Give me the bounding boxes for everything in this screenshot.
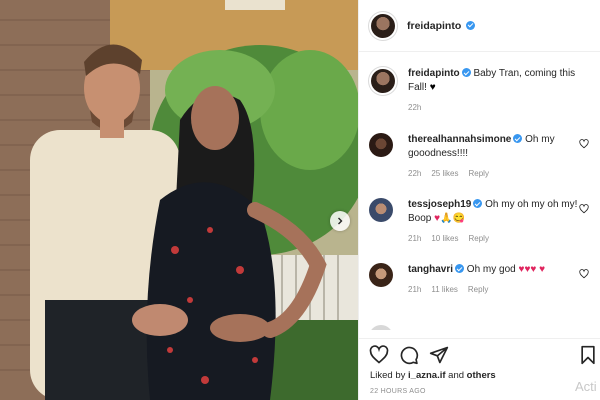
heart-icon[interactable] <box>579 269 589 279</box>
comment-reply-link[interactable]: Reply <box>468 232 488 246</box>
share-icon[interactable] <box>429 345 449 365</box>
post-age: 22 HOURS AGO <box>370 388 426 395</box>
avatar[interactable] <box>369 133 393 157</box>
comment-item-partial <box>369 325 591 330</box>
comment-timestamp: 21h <box>408 285 422 294</box>
post-author-username[interactable]: freidapinto <box>407 20 476 32</box>
black-heart-icon: ♥ <box>429 82 436 93</box>
avatar[interactable] <box>369 67 397 95</box>
avatar[interactable] <box>369 325 393 330</box>
heart-icon[interactable] <box>369 345 389 365</box>
liked-by-mid: and <box>448 370 465 381</box>
comments-list: freidapinto Baby Tran, coming this Fall!… <box>359 53 600 330</box>
avatar[interactable] <box>369 198 393 222</box>
post-header: freidapinto <box>359 0 600 52</box>
comment-meta: 22h 25 likes Reply <box>408 167 578 181</box>
username-text[interactable]: freidapinto <box>407 20 461 32</box>
post-photo <box>0 0 358 400</box>
caption-body: freidapinto Baby Tran, coming this Fall!… <box>408 67 578 115</box>
caption-timestamp: 22h <box>408 103 422 112</box>
comment-likes-link[interactable]: 11 likes <box>431 283 458 297</box>
avatar[interactable] <box>369 11 397 40</box>
chevron-right-icon <box>338 217 343 225</box>
windows-activation-watermark: Acti <box>575 379 597 394</box>
comment-meta: 21h 11 likes Reply <box>408 283 578 297</box>
verified-badge-icon <box>455 264 465 273</box>
emoji-heart-pray-yum-icon: ♥🙏😋 <box>434 213 465 224</box>
verified-badge-icon <box>473 199 483 208</box>
comment-icon[interactable] <box>399 345 419 365</box>
comment-timestamp: 22h <box>408 169 422 178</box>
comment-likes-link[interactable]: 10 likes <box>431 232 458 246</box>
caption-meta: 22h <box>408 101 578 115</box>
next-photo-button[interactable] <box>330 211 350 231</box>
verified-badge-icon <box>461 68 471 77</box>
heart-icon[interactable] <box>579 204 589 214</box>
comment-timestamp: 21h <box>408 234 422 243</box>
comment-item: tanghavri Oh my god ♥♥♥ ♥ 21h 11 likes R… <box>369 263 591 323</box>
comment-body: tanghavri Oh my god ♥♥♥ ♥ 21h 11 likes R… <box>408 263 578 297</box>
bookmark-icon[interactable] <box>578 345 598 365</box>
comment-likes-link[interactable]: 25 likes <box>431 167 458 181</box>
couple-photo-illustration <box>0 0 358 400</box>
post-actions-bar <box>359 338 600 368</box>
comment-username[interactable]: tessjoseph19 <box>408 199 471 210</box>
comment-reply-link[interactable]: Reply <box>468 283 488 297</box>
comment-username[interactable]: tanghavri <box>408 264 453 275</box>
comment-username[interactable]: therealhannahsimone <box>408 134 511 145</box>
emoji-red-hearts-icon: ♥♥♥ ♥ <box>518 264 546 275</box>
comment-item: therealhannahsimone Oh my gooodness!!!! … <box>369 133 591 188</box>
liked-by-user-link[interactable]: i_azna.if <box>408 370 446 381</box>
heart-icon[interactable] <box>579 139 589 149</box>
post-side-panel: freidapinto freidapinto Baby Tran, comin… <box>358 0 600 400</box>
comment-body: therealhannahsimone Oh my gooodness!!!! … <box>408 133 578 181</box>
caption-item: freidapinto Baby Tran, coming this Fall!… <box>369 67 591 127</box>
verified-badge-icon <box>513 134 523 143</box>
comment-body: tessjoseph19 Oh my oh my oh my! Boop ♥🙏😋… <box>408 198 578 246</box>
comment-meta: 21h 10 likes Reply <box>408 232 578 246</box>
verified-badge-icon <box>466 20 476 30</box>
comment-item: tessjoseph19 Oh my oh my oh my! Boop ♥🙏😋… <box>369 198 591 258</box>
avatar[interactable] <box>369 263 393 287</box>
comment-text: Oh my god <box>466 264 516 275</box>
comment-reply-link[interactable]: Reply <box>468 167 488 181</box>
liked-by-line: Liked by i_azna.if and others <box>370 370 496 381</box>
liked-by-prefix: Liked by <box>370 370 406 381</box>
caption-username[interactable]: freidapinto <box>408 68 460 79</box>
liked-by-others-link[interactable]: others <box>467 370 496 381</box>
